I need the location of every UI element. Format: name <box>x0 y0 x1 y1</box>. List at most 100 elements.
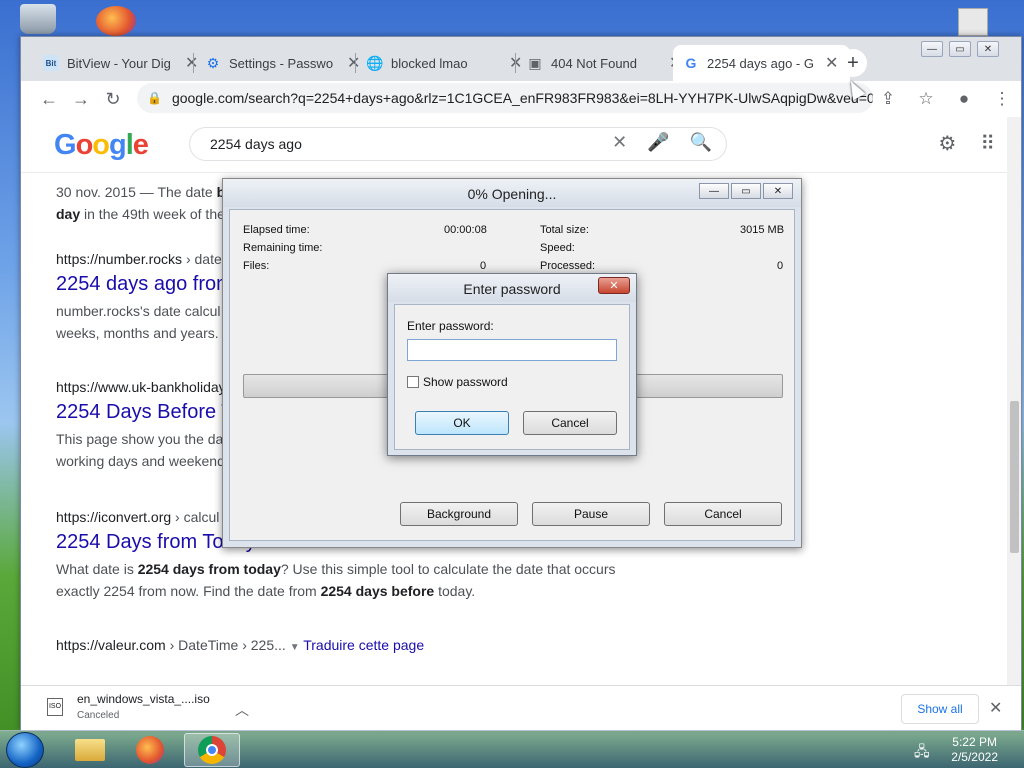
close-icon[interactable]: ✕ <box>763 183 793 199</box>
address-bar[interactable]: 🔒 google.com/search?q=2254+days+ago&rlz=… <box>137 83 873 113</box>
pause-button[interactable]: Pause <box>532 502 650 526</box>
clock[interactable]: 5:22 PM 2/5/2022 <box>951 735 998 765</box>
tab-separator <box>515 53 516 73</box>
firefox-taskbar-icon[interactable] <box>122 733 178 767</box>
start-button[interactable] <box>6 732 44 768</box>
maximize-icon[interactable]: ▭ <box>949 41 971 57</box>
tab-bitview[interactable]: Bit BitView - Your Dig ✕ <box>33 45 210 81</box>
processed-label: Processed: <box>540 260 596 272</box>
tab-separator <box>193 53 194 73</box>
chevron-up-icon[interactable]: ︿ <box>235 700 249 720</box>
total-size-value: 3015 MB <box>740 224 785 236</box>
search-result: https://www.uk-bankholiday 2254 Days Bef… <box>56 379 234 472</box>
result-snippet-bold: 2254 days from today <box>137 561 281 577</box>
result-snippet: exactly 2254 from now. Find the date fro… <box>56 583 321 599</box>
result-title-link[interactable]: 2254 days ago from <box>56 273 233 296</box>
result-snippet: working days and weekend <box>56 453 225 469</box>
result-snippet: What date is <box>56 561 138 577</box>
result-snippet: number.rocks's date calcul <box>56 303 221 319</box>
speed-label: Speed: <box>540 242 575 254</box>
search-icon[interactable]: 🔍 <box>690 132 712 153</box>
google-icon: G <box>685 55 697 71</box>
download-item[interactable]: ISO en_windows_vista_....iso Canceled <box>47 692 210 721</box>
background-button[interactable]: Background <box>400 502 518 526</box>
tab-blocked[interactable]: 🌐 blocked lmao ✕ <box>357 45 534 81</box>
bitview-icon: Bit <box>43 55 59 71</box>
scrollbar-thumb[interactable] <box>1010 401 1019 553</box>
result-snippet-bold: 2254 days before <box>320 583 435 599</box>
minimize-icon[interactable]: — <box>921 41 943 57</box>
apps-grid-icon[interactable]: ⠿ <box>980 131 995 156</box>
result-title-link[interactable]: 2254 Days Before T <box>56 401 234 424</box>
cancel-button[interactable]: Cancel <box>664 502 782 526</box>
back-icon[interactable]: ← <box>33 89 65 110</box>
result-snippet: today. <box>434 583 476 599</box>
forward-icon[interactable]: → <box>65 89 97 110</box>
tab-label: blocked lmao <box>391 55 468 71</box>
microphone-icon[interactable]: 🎤 <box>647 132 669 153</box>
close-tab-icon[interactable]: ✕ <box>825 53 838 73</box>
remaining-label: Remaining time: <box>243 242 323 254</box>
clock-time: 5:22 PM <box>952 735 997 749</box>
translate-dropdown-icon[interactable]: ▼ <box>290 642 300 653</box>
close-icon[interactable]: ✕ <box>598 277 630 294</box>
toolbar: ← → ↻ 🔒 google.com/search?q=2254+days+ag… <box>21 81 1021 117</box>
result-snippet: ? Use this simple tool to calculate the … <box>280 561 616 577</box>
reload-icon[interactable]: ↻ <box>97 89 129 110</box>
file-desktop-icon[interactable] <box>958 8 988 36</box>
google-logo[interactable]: Google <box>54 129 149 162</box>
taskbar: 🖧 5:22 PM 2/5/2022 <box>0 730 1024 768</box>
tab-404[interactable]: ▣ 404 Not Found ✕ <box>517 45 694 81</box>
vertical-scrollbar[interactable] <box>1007 117 1021 685</box>
file-icon: ▣ <box>528 54 542 71</box>
result-url: https://number.rocks <box>56 251 183 267</box>
close-downloads-icon[interactable]: ✕ <box>989 698 1002 718</box>
result-url: https://iconvert.org <box>56 509 172 525</box>
cancel-button[interactable]: Cancel <box>523 411 617 435</box>
tab-strip: Bit BitView - Your Dig ✕ ⚙ Settings - Pa… <box>21 37 1021 81</box>
chrome-taskbar-icon[interactable] <box>184 733 240 767</box>
explorer-taskbar-icon[interactable] <box>62 733 118 767</box>
firefox-desktop-icon[interactable] <box>96 6 136 36</box>
result-crumb: › DateTime › 225... <box>165 637 286 653</box>
new-tab-button[interactable]: + <box>839 49 867 77</box>
processed-value: 0 <box>777 260 784 272</box>
translate-link[interactable]: Traduire cette page <box>303 637 424 653</box>
ok-button[interactable]: OK <box>415 411 509 435</box>
result-snippet: in the 49th week of the <box>80 206 225 222</box>
result-url: https://valeur.com <box>56 637 166 653</box>
search-input[interactable]: 2254 days ago ✕ 🎤 🔍 <box>189 127 727 161</box>
tab-google-search[interactable]: G 2254 days ago - G ✕ <box>673 45 851 81</box>
clear-icon[interactable]: ✕ <box>612 132 627 153</box>
search-result: https://number.rocks › date 2254 days ag… <box>56 251 233 344</box>
tab-label: Settings - Passwo <box>229 55 334 71</box>
gear-icon: ⚙ <box>206 54 220 71</box>
recycle-bin-icon[interactable] <box>20 4 56 34</box>
show-password-checkbox[interactable] <box>407 376 419 388</box>
profile-icon[interactable]: ● <box>945 89 983 109</box>
tab-settings[interactable]: ⚙ Settings - Passwo ✕ <box>195 45 372 81</box>
search-result: https://valeur.com › DateTime › 225... ▼… <box>56 637 424 653</box>
show-password-label: Show password <box>423 375 508 389</box>
settings-icon[interactable]: ⚙ <box>938 131 956 156</box>
minimize-icon[interactable]: — <box>699 183 729 199</box>
close-icon[interactable]: ✕ <box>977 41 999 57</box>
password-input[interactable] <box>407 339 617 361</box>
iso-file-icon: ISO <box>47 698 63 716</box>
window-controls: — ▭ ✕ <box>915 41 999 57</box>
result-snippet: This page show you the da <box>56 431 224 447</box>
result-crumb: › calcul <box>171 509 220 525</box>
files-value: 0 <box>480 260 487 272</box>
show-all-button[interactable]: Show all <box>901 694 979 724</box>
network-icon[interactable]: 🖧 <box>914 741 930 765</box>
password-dialog: Enter password ✕ Enter password: Show pa… <box>387 273 637 456</box>
download-filename: en_windows_vista_....iso <box>77 692 210 706</box>
tab-separator <box>355 53 356 73</box>
globe-icon: 🌐 <box>366 54 384 71</box>
tab-label: BitView - Your Dig <box>67 55 171 71</box>
menu-icon[interactable]: ⋮ <box>983 89 1021 109</box>
star-icon[interactable]: ☆ <box>907 89 945 109</box>
maximize-icon[interactable]: ▭ <box>731 183 761 199</box>
share-icon[interactable]: ⇪ <box>869 89 907 109</box>
search-result: 30 nov. 2015 — The date b day in the 49t… <box>56 177 225 225</box>
